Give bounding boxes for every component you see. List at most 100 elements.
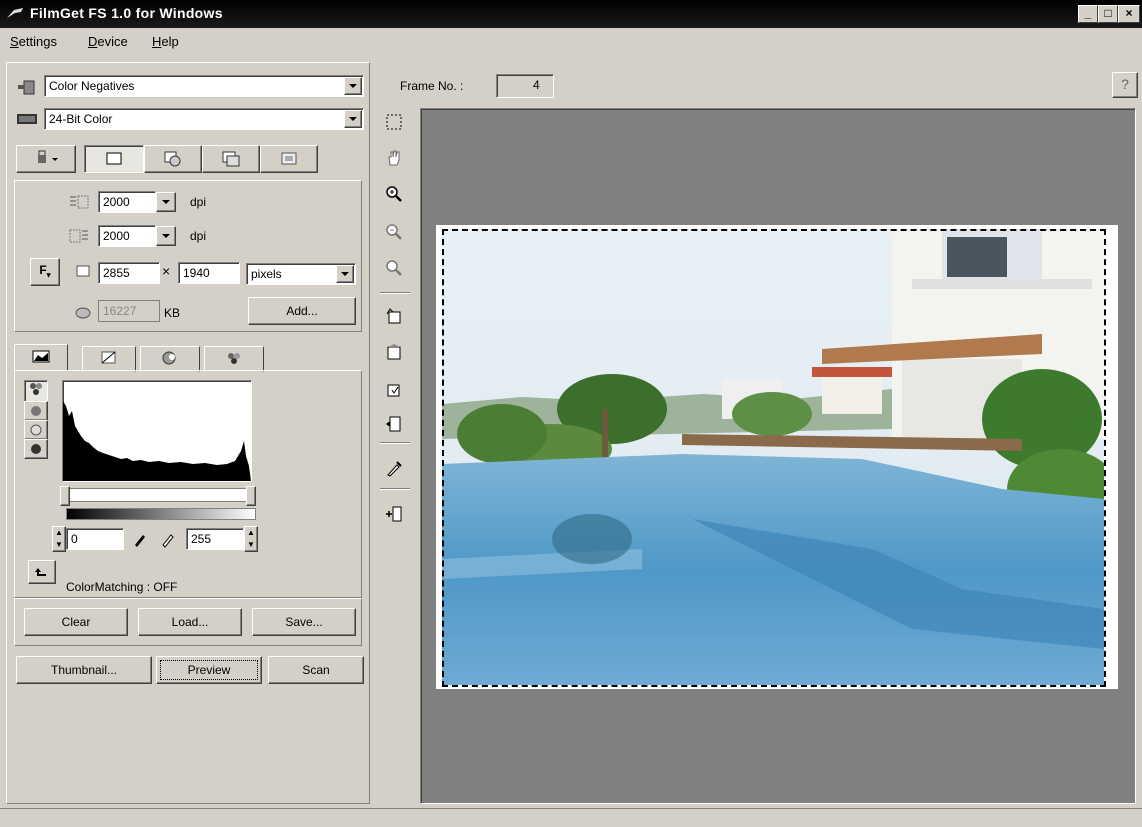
frames-overlap-icon [164,151,181,167]
output-dpi-dropdown[interactable] [156,226,176,246]
title-bar: FilmGet FS 1.0 for Windows _ □ × [0,0,1142,28]
menu-device[interactable]: Device [88,34,128,49]
color-mode-icon [17,114,37,124]
minimize-button[interactable]: _ [1078,5,1098,23]
flip-icon[interactable] [384,342,404,362]
curve-icon [101,351,116,364]
marquee-icon[interactable] [384,112,404,132]
channels-icon [228,353,240,364]
channel-red-button[interactable] [24,401,48,421]
rotate-left-icon[interactable] [384,306,404,326]
frame-number-field[interactable]: 4 [496,74,554,98]
preview-button[interactable]: Preview [156,656,262,684]
frame-icon [106,152,122,165]
toolbar-divider [380,292,410,294]
zoom-in-icon[interactable] [384,184,404,204]
frame-thumb-icon [281,152,297,165]
input-dpi-field[interactable]: 2000 [98,191,156,213]
source-select[interactable]: Color Negatives [44,75,364,97]
eyedropper-icon[interactable] [384,458,404,478]
thumbnail-button[interactable]: Thumbnail... [16,656,152,684]
chevron-down-icon[interactable] [344,77,362,95]
min-spinner[interactable]: ▲ ▼ [52,526,66,552]
red-channel-icon [31,406,41,416]
hand-icon[interactable] [384,148,404,168]
frame-number-label: Frame No. : [400,79,464,93]
help-button[interactable]: ? [1112,72,1138,98]
scan-button[interactable]: Scan [268,656,364,684]
frame-mode-3-button[interactable] [202,145,260,173]
filesize-field: 16227 [98,300,160,322]
image-size-icon [76,265,90,277]
width-field[interactable]: 2855 [98,262,160,284]
black-eyedropper-icon[interactable] [132,530,148,548]
close-button[interactable]: × [1118,5,1140,23]
frames-stack-icon [222,151,240,167]
times-label: × [162,263,171,279]
frame-mode-single-button[interactable] [84,145,144,173]
toolbar-divider [380,442,410,444]
crop-selection[interactable] [442,229,1106,687]
histogram-icon [32,350,50,363]
app-icon [7,8,23,18]
color-balance-icon [162,351,176,365]
max-spinner[interactable]: ▲ ▼ [244,526,258,552]
status-bar [0,808,1142,827]
insert-icon[interactable] [384,504,404,524]
min-level-field[interactable]: 0 [66,528,124,550]
clear-button[interactable]: Clear [24,608,128,636]
rgb-channel-icon [30,383,42,395]
input-dpi-dropdown[interactable] [156,192,176,212]
help-icon: ? [1121,76,1129,92]
rotate-right-icon[interactable] [384,380,404,400]
lock-icon [38,150,58,163]
dpi-unit-label: dpi [190,229,207,243]
menu-bar: Settings Device Help [0,28,1142,56]
max-level-field[interactable]: 255 [186,528,244,550]
f-menu-button[interactable]: F▾ [30,258,60,286]
add-button[interactable]: Add... [248,297,356,325]
toolbar-divider [380,488,410,490]
levels-slider-track[interactable] [66,488,254,502]
input-resolution-icon [70,195,89,209]
tab-color-balance[interactable] [140,346,200,372]
mirror-icon[interactable] [384,414,404,434]
save-button[interactable]: Save... [252,608,356,636]
histogram-plot [63,401,251,481]
height-field[interactable]: 1940 [178,262,240,284]
menu-help[interactable]: Help [152,34,179,49]
blue-channel-icon [31,444,41,454]
channel-blue-button[interactable] [24,439,48,459]
kb-unit-label: KB [164,306,181,320]
color-mode-select[interactable]: 24-Bit Color [44,108,364,130]
channel-green-button[interactable] [24,420,48,440]
colormatching-status: ColorMatching : OFF [66,580,178,594]
output-dpi-field[interactable]: 2000 [98,225,156,247]
disk-icon [75,307,91,319]
menu-settings[interactable]: Settings [10,34,57,49]
chevron-down-icon[interactable] [344,110,362,128]
maximize-button[interactable]: □ [1098,5,1118,23]
chevron-down-icon[interactable] [336,265,354,283]
frame-mode-4-button[interactable] [260,145,318,173]
green-channel-icon [30,424,42,436]
reset-button[interactable] [28,560,56,584]
white-point-handle[interactable] [246,486,256,506]
tab-curves[interactable] [82,346,136,372]
load-button[interactable]: Load... [138,608,242,636]
black-point-handle[interactable] [60,486,70,506]
size-unit-select[interactable]: pixels [246,263,356,285]
zoom-out-icon[interactable] [384,222,404,242]
levels-gradient-bar [66,508,256,520]
undo-icon [35,568,46,576]
white-eyedropper-icon[interactable] [160,530,176,548]
output-resolution-icon [69,229,88,243]
window-title: FilmGet FS 1.0 for Windows [30,5,223,21]
frame-mode-2-button[interactable] [144,145,202,173]
dpi-unit-label: dpi [190,195,207,209]
lock-dropdown-button[interactable] [16,145,76,173]
channel-rgb-button[interactable] [24,380,48,402]
tab-histogram[interactable] [14,344,68,371]
tab-channels[interactable] [204,346,264,372]
zoom-fit-icon[interactable] [384,258,404,278]
